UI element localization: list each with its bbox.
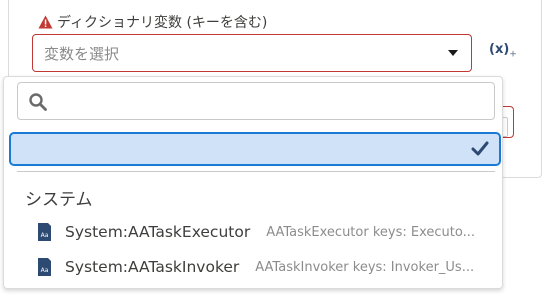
dropdown-listbox: システム Aa System:AATaskExecutor AATaskExec… [3, 76, 503, 289]
combobox-placeholder: 変数を選択 [44, 44, 120, 63]
svg-text:Aa: Aa [41, 267, 49, 274]
fx-label: (x) [489, 42, 510, 57]
dictionary-variable-icon: Aa [38, 223, 51, 241]
insert-variable-icon[interactable]: (x)+ [489, 42, 517, 60]
caret-down-icon[interactable] [447, 48, 459, 58]
divider [17, 171, 495, 172]
option-description: AATaskInvoker keys: Invoker_Us... [255, 259, 475, 275]
fx-sub: + [509, 49, 517, 60]
dictionary-variable-icon: Aa [38, 258, 51, 276]
search-input[interactable] [17, 82, 495, 120]
list-item[interactable]: Aa System:AATaskExecutor AATaskExecutor … [36, 219, 496, 245]
search-icon [29, 93, 47, 111]
warning-icon [38, 15, 53, 29]
list-item[interactable]: Aa System:AATaskInvoker AATaskInvoker ke… [36, 254, 496, 280]
svg-text:Aa: Aa [41, 232, 49, 239]
group-header-system: システム [25, 190, 93, 210]
field-label-text: ディクショナリ変数 (キーを含む) [57, 15, 268, 31]
check-icon [471, 141, 489, 156]
option-name: System:AATaskExecutor [65, 223, 251, 241]
option-name: System:AATaskInvoker [65, 258, 240, 276]
selected-empty-option[interactable] [9, 132, 501, 166]
variable-combobox[interactable]: 変数を選択 [32, 34, 472, 72]
field-label: ディクショナリ変数 (キーを含む) [38, 12, 267, 32]
option-description: AATaskExecutor keys: Executo... [266, 224, 475, 240]
